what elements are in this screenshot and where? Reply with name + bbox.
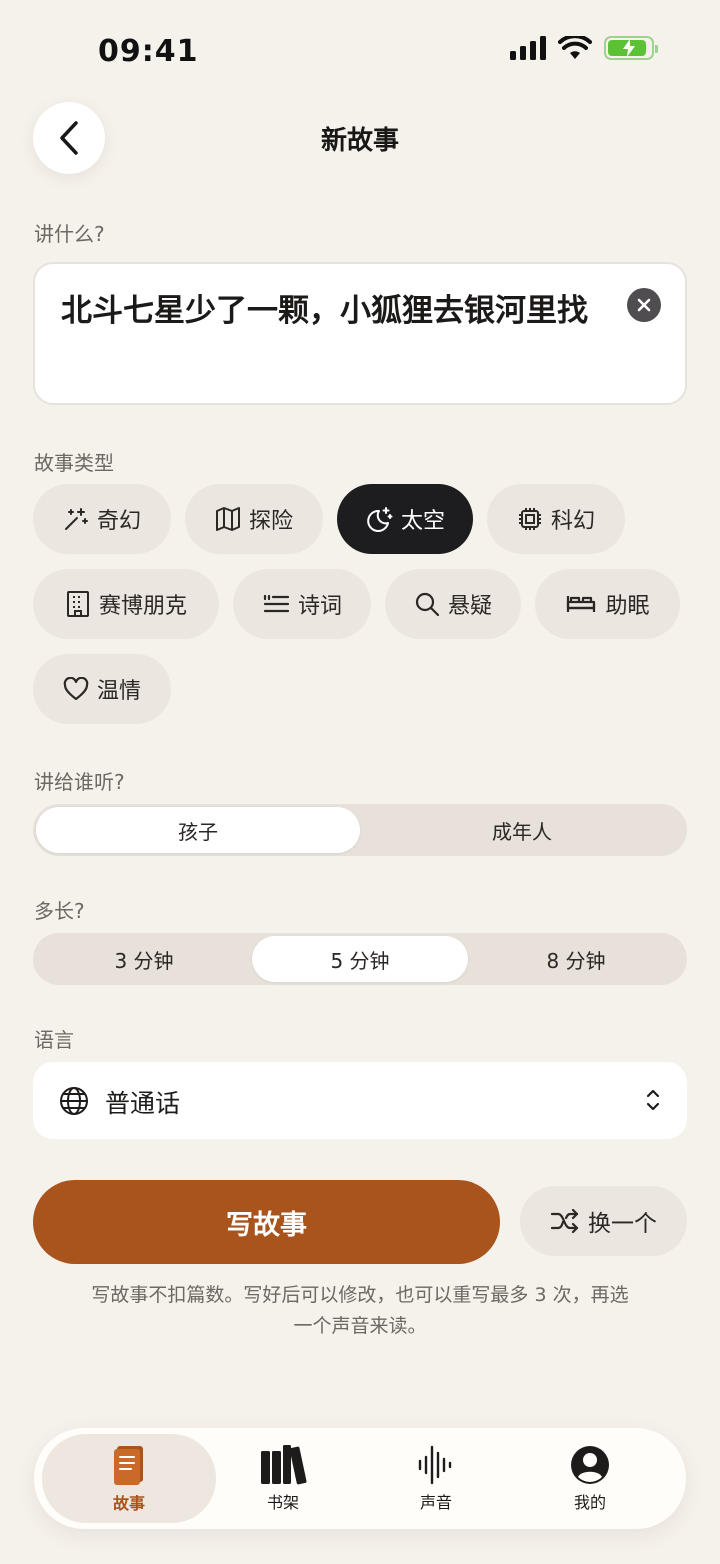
chip-adventure[interactable]: 探险 (185, 484, 323, 554)
bed-icon (567, 596, 596, 612)
helper-note: 写故事不扣篇数。写好后可以修改，也可以重写最多 3 次，再选一个声音来读。 (91, 1284, 629, 1337)
profile-icon (571, 1445, 609, 1484)
chip-label: 奇幻 (96, 509, 141, 534)
length-option-3min[interactable]: 3 分钟 (36, 936, 252, 982)
length-option-5min[interactable]: 5 分钟 (252, 936, 468, 982)
chip-label: 探险 (248, 509, 293, 534)
audience-option-adult[interactable]: 成年人 (360, 807, 684, 853)
cellular-signal-icon (510, 36, 546, 60)
chip-label: 赛博朋克 (98, 594, 187, 619)
length-label: 多长? (34, 899, 85, 923)
chip-label: 悬疑 (447, 594, 492, 619)
length-segmented-control: 3 分钟 5 分钟 8 分钟 (33, 933, 687, 985)
clear-button[interactable] (627, 288, 661, 322)
tab-profile[interactable]: 我的 (515, 1428, 665, 1529)
wifi-icon (558, 36, 592, 59)
story-prompt-text[interactable]: 北斗七星少了一颗，小狐狸去银河里找 (61, 288, 621, 334)
shuffle-label: 换一个 (588, 1211, 657, 1237)
chip-icon (518, 508, 541, 530)
chip-warm[interactable]: 温情 (33, 654, 171, 724)
book-icon (114, 1445, 143, 1485)
waveform-icon (418, 1445, 452, 1484)
length-option-8min[interactable]: 8 分钟 (468, 936, 684, 982)
tab-voice[interactable]: 声音 (361, 1428, 511, 1529)
chip-label: 科幻 (550, 509, 595, 534)
language-label: 语言 (34, 1028, 74, 1052)
moon-stars-icon (367, 507, 393, 532)
close-icon (637, 298, 651, 312)
tab-label: 我的 (573, 1492, 606, 1512)
chip-label: 助眠 (605, 594, 650, 619)
status-icons (510, 36, 658, 60)
shuffle-button[interactable]: 换一个 (520, 1186, 687, 1256)
story-prompt-field[interactable]: 北斗七星少了一颗，小狐狸去银河里找 (33, 262, 687, 405)
status-time: 09:41 (98, 34, 199, 69)
language-select[interactable]: 普通话 (33, 1062, 687, 1139)
chip-label: 温情 (96, 679, 141, 704)
tab-label: 故事 (112, 1493, 145, 1513)
tab-bookshelf[interactable]: 书架 (208, 1428, 358, 1529)
bookshelf-icon (261, 1444, 307, 1484)
audience-segmented-control: 孩子 成年人 (33, 804, 687, 856)
magic-wand-icon (64, 508, 88, 530)
quote-lines-icon (263, 594, 290, 613)
chevron-up-down-icon (646, 1089, 660, 1111)
tab-label: 书架 (266, 1492, 299, 1512)
chip-cyberpunk[interactable]: 赛博朋克 (33, 569, 219, 639)
language-value: 普通话 (105, 1089, 181, 1118)
tab-story[interactable]: 故事 (42, 1434, 216, 1523)
search-icon (415, 592, 440, 617)
heart-icon (63, 677, 89, 701)
map-icon (215, 507, 240, 531)
tab-label: 声音 (419, 1492, 452, 1512)
chip-sleep[interactable]: 助眠 (535, 569, 680, 639)
prompt-label: 讲什么? (34, 222, 105, 246)
chip-poetry[interactable]: 诗词 (233, 569, 371, 639)
chip-label: 诗词 (297, 594, 342, 619)
chip-space[interactable]: 太空 (337, 484, 473, 554)
tab-bar: 故事 书架 声音 我的 (34, 1428, 686, 1529)
chip-fantasy[interactable]: 奇幻 (33, 484, 171, 554)
audience-label: 讲给谁听? (34, 770, 125, 794)
chip-mystery[interactable]: 悬疑 (385, 569, 521, 639)
genre-label: 故事类型 (34, 451, 114, 475)
globe-icon (60, 1087, 88, 1115)
audience-option-child[interactable]: 孩子 (36, 807, 360, 853)
write-story-button[interactable]: 写故事 (33, 1180, 500, 1264)
shuffle-icon (550, 1209, 579, 1233)
chip-scifi[interactable]: 科幻 (487, 484, 625, 554)
building-icon (66, 591, 89, 617)
page-title: 新故事 (320, 126, 399, 156)
chip-label: 太空 (400, 509, 445, 534)
battery-icon (604, 36, 658, 60)
